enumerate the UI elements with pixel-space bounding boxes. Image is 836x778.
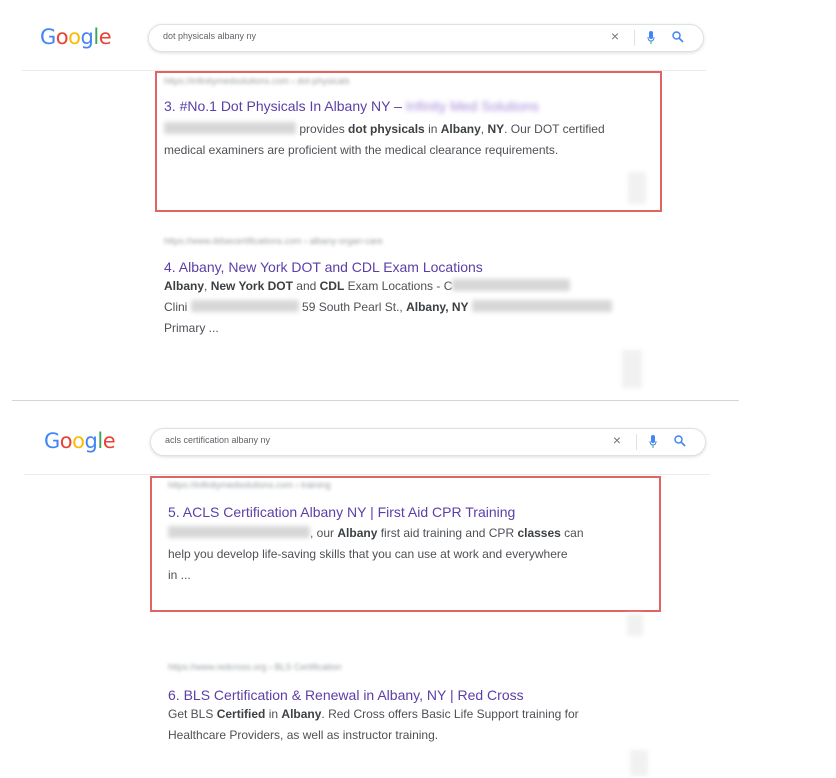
header-underline xyxy=(24,474,710,475)
search-icon[interactable] xyxy=(671,30,685,44)
snippet-bold: Albany xyxy=(164,279,205,293)
result-url[interactable]: https://www.ddsecertifications.com › alb… xyxy=(164,236,644,250)
snippet-bold: Albany xyxy=(281,707,322,721)
logo-letter: G xyxy=(44,429,60,453)
redacted-text xyxy=(452,279,571,291)
divider xyxy=(636,434,637,450)
search-icon[interactable] xyxy=(673,434,687,448)
redacted-text xyxy=(471,300,612,312)
logo-letter: e xyxy=(102,429,116,453)
snippet-text: and xyxy=(292,279,320,293)
snippet-text: Get BLS xyxy=(168,707,217,721)
search-panel-dot-physicals: Google dot physicals albany ny × https:/… xyxy=(0,0,836,395)
result-url[interactable]: https://www.redcross.org › BLS Certifica… xyxy=(168,662,648,676)
google-logo[interactable]: Google xyxy=(44,429,116,453)
snippet-bold: Albany, NY xyxy=(406,300,469,314)
search-result: https://www.ddsecertifications.com › alb… xyxy=(164,236,644,339)
microphone-icon[interactable] xyxy=(649,435,657,449)
search-box[interactable]: dot physicals albany ny × xyxy=(148,24,704,52)
logo-letter: o xyxy=(55,25,69,49)
logo-letter: o xyxy=(72,429,85,453)
snippet-text: . Red Cross offers Basic Life Support tr… xyxy=(321,707,579,721)
blurred-artifact xyxy=(628,172,646,204)
logo-letter: g xyxy=(84,429,98,453)
snippet-text: Healthcare Providers, as well as instruc… xyxy=(168,728,439,742)
microphone-icon[interactable] xyxy=(647,31,655,45)
logo-letter: o xyxy=(59,429,73,453)
snippet-bold: New York DOT xyxy=(210,279,293,293)
logo-letter: G xyxy=(40,25,56,49)
snippet-text: Primary ... xyxy=(164,321,219,335)
snippet-bold: CDL xyxy=(319,279,345,293)
blurred-artifact xyxy=(627,614,643,636)
snippet-text: Clini xyxy=(164,300,188,314)
logo-letter: o xyxy=(68,25,81,49)
result-snippet: Albany, New York DOT and CDL Exam Locati… xyxy=(164,276,644,339)
snippet-bold: Certified xyxy=(216,707,266,721)
divider xyxy=(634,30,635,46)
search-box[interactable]: acls certification albany ny × xyxy=(150,428,706,456)
snippet-text: Exam Locations - C xyxy=(344,279,453,293)
highlight-box xyxy=(150,476,661,612)
panel-divider xyxy=(12,400,739,401)
result-title-link[interactable]: 4. Albany, New York DOT and CDL Exam Loc… xyxy=(164,259,644,275)
blurred-artifact xyxy=(622,350,642,388)
highlight-box xyxy=(155,71,662,212)
search-input[interactable]: dot physicals albany ny xyxy=(163,31,256,41)
google-logo[interactable]: Google xyxy=(40,25,112,49)
logo-letter: g xyxy=(80,25,94,49)
logo-letter: e xyxy=(98,25,112,49)
redacted-text xyxy=(190,300,299,312)
result-snippet: Get BLS Certified in Albany. Red Cross o… xyxy=(168,704,648,746)
search-input[interactable]: acls certification albany ny xyxy=(165,435,270,445)
blurred-artifact xyxy=(630,750,648,776)
search-panel-acls-certification: Google acls certification albany ny × ht… xyxy=(0,404,836,778)
clear-icon[interactable]: × xyxy=(611,28,619,44)
result-title-link[interactable]: 6. BLS Certification & Renewal in Albany… xyxy=(168,687,648,703)
snippet-text: in xyxy=(265,707,282,721)
search-result: https://www.redcross.org › BLS Certifica… xyxy=(168,662,648,746)
clear-icon[interactable]: × xyxy=(613,432,621,448)
snippet-text: , xyxy=(204,279,211,293)
snippet-text: 59 South Pearl St., xyxy=(302,300,407,314)
